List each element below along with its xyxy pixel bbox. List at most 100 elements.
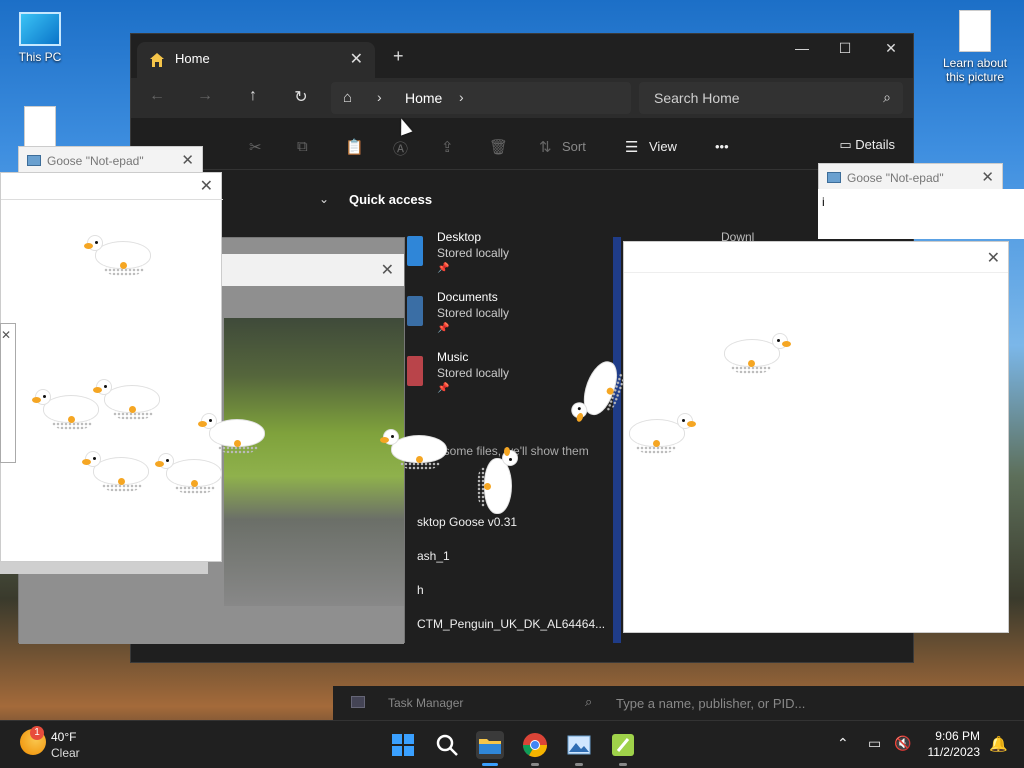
recent-item[interactable]: h	[417, 583, 424, 597]
paste-icon[interactable]: 📋	[345, 138, 364, 156]
search-button[interactable]	[433, 731, 461, 759]
sort-button[interactable]: Sort	[562, 139, 586, 154]
quick-access-music[interactable]: Music Stored locally 📌	[437, 349, 509, 397]
maximize-button[interactable]: ☐	[830, 40, 860, 57]
search-input[interactable]: Search Home ⌕	[639, 82, 903, 114]
breadcrumb-home[interactable]: Home	[405, 90, 442, 106]
task-manager-window: Task Manager ⌕ Type a name, publisher, o…	[333, 686, 1024, 720]
view-button[interactable]: View	[649, 139, 677, 154]
minimize-button[interactable]: —	[787, 40, 817, 56]
weather-temperature[interactable]: 40°F	[51, 730, 76, 744]
close-icon[interactable]: ✕	[981, 168, 994, 186]
clock-date: 11/2/2023	[927, 745, 981, 759]
close-icon[interactable]: ✕	[381, 260, 394, 280]
goose-app-taskbar-button[interactable]	[609, 731, 637, 759]
desktop-file-icon[interactable]	[24, 106, 56, 150]
volume-muted-icon[interactable]: 🔇	[894, 735, 911, 752]
start-button[interactable]	[389, 731, 417, 759]
quick-access-header[interactable]: Quick access	[349, 192, 432, 207]
desktop-icon-this-pc[interactable]: This PC	[0, 12, 80, 64]
desktop-icon-learn[interactable]: Learn about this picture	[935, 10, 1015, 84]
close-icon[interactable]: ✕	[987, 248, 1000, 268]
share-icon[interactable]: ⇪	[441, 138, 454, 156]
windows-icon	[392, 734, 414, 756]
home-icon[interactable]: ⌂	[343, 89, 352, 106]
view-icon[interactable]: ☰	[625, 138, 638, 156]
close-icon[interactable]: ✕	[200, 176, 213, 196]
weather-condition[interactable]: Clear	[51, 746, 80, 760]
address-bar[interactable]: ⌂ › Home ›	[331, 82, 631, 114]
forward-arrow-icon[interactable]: →	[193, 87, 217, 105]
desktop-icon-label: Learn about this picture	[942, 56, 1008, 84]
search-icon	[436, 734, 458, 756]
goose[interactable]	[84, 234, 150, 278]
notepad-icon	[27, 155, 41, 166]
divider	[624, 272, 1008, 273]
folder-icon	[479, 739, 501, 754]
file-explorer-taskbar-button[interactable]	[476, 731, 504, 759]
document-icon	[959, 10, 991, 52]
search-icon: ⌕	[585, 694, 593, 709]
title-bar: Home ✕ + — ☐ ✕	[131, 34, 913, 78]
clock[interactable]: 9:06 PM 11/2/2023	[928, 728, 981, 760]
running-indicator	[619, 763, 627, 766]
more-options-button[interactable]: •••	[715, 139, 729, 154]
copy-icon[interactable]: ⧉	[297, 138, 308, 155]
active-indicator	[482, 763, 498, 766]
close-window-button[interactable]: ✕	[876, 40, 906, 57]
close-icon[interactable]: ✕	[1, 328, 11, 342]
recent-item[interactable]: CTM_Penguin_UK_DK_AL64464...	[417, 617, 605, 631]
goose[interactable]	[475, 447, 519, 513]
chevron-right-icon[interactable]: ›	[459, 89, 464, 105]
goose[interactable]	[380, 428, 446, 472]
up-arrow-icon[interactable]: ↑	[241, 87, 265, 105]
meme-bottom-area	[19, 606, 404, 644]
folder-icon	[407, 236, 423, 266]
notepad-title-bar: Goose "Not-epad" ✕	[819, 164, 1002, 190]
goose[interactable]	[82, 450, 148, 494]
rename-icon[interactable]: Ⓐ	[393, 138, 408, 159]
recent-item[interactable]: sktop Goose v0.31	[417, 515, 517, 529]
chevron-right-icon[interactable]: ›	[377, 89, 382, 105]
goose[interactable]	[93, 378, 159, 422]
close-icon[interactable]: ✕	[181, 151, 194, 169]
task-manager-icon	[351, 696, 365, 708]
chrome-taskbar-button[interactable]	[521, 731, 549, 759]
details-button[interactable]: ▭ Details	[839, 137, 895, 153]
computer-icon	[19, 12, 61, 46]
new-tab-button[interactable]: +	[393, 46, 404, 67]
tab-label: Home	[175, 51, 210, 66]
pin-icon: 📌	[437, 263, 450, 274]
photos-taskbar-button[interactable]	[565, 731, 593, 759]
folder-icon	[407, 356, 423, 386]
task-manager-title: Task Manager	[388, 696, 464, 710]
goose-app-icon	[612, 734, 634, 756]
window-edge	[0, 562, 208, 574]
task-manager-search-input[interactable]: Type a name, publisher, or PID...	[616, 696, 805, 711]
chevron-down-icon[interactable]: ⌄	[319, 192, 329, 206]
chevron-up-icon[interactable]: ⌃	[837, 735, 849, 752]
running-indicator	[575, 763, 583, 766]
tab-home[interactable]: Home ✕	[137, 42, 375, 78]
pin-icon: 📌	[437, 323, 450, 334]
recent-item[interactable]: ash_1	[417, 549, 450, 563]
refresh-icon[interactable]: ↻	[289, 87, 313, 107]
running-indicator	[531, 763, 539, 766]
notification-bell-icon[interactable]: 🔔	[989, 735, 1008, 753]
quick-access-documents[interactable]: Documents Stored locally 📌	[437, 289, 509, 337]
cut-icon[interactable]: ✂	[249, 138, 262, 156]
goose[interactable]	[155, 452, 221, 496]
network-icon[interactable]: ▭	[868, 735, 881, 752]
close-tab-icon[interactable]: ✕	[350, 49, 363, 69]
goose[interactable]	[32, 388, 98, 432]
notepad-title: Goose "Not-epad"	[847, 171, 944, 185]
back-arrow-icon[interactable]: ←	[145, 87, 169, 105]
goose[interactable]	[630, 412, 696, 456]
goose[interactable]	[198, 412, 264, 456]
sort-icon[interactable]: ⇅	[539, 138, 552, 156]
desktop-icon-label: This PC	[18, 50, 62, 64]
goose[interactable]	[725, 332, 791, 376]
navigation-bar: ← → ↑ ↻ ⌂ › Home › Search Home ⌕	[131, 78, 913, 118]
delete-icon[interactable]: 🗑	[489, 138, 508, 156]
quick-access-desktop[interactable]: Desktop Stored locally 📌	[437, 229, 509, 277]
